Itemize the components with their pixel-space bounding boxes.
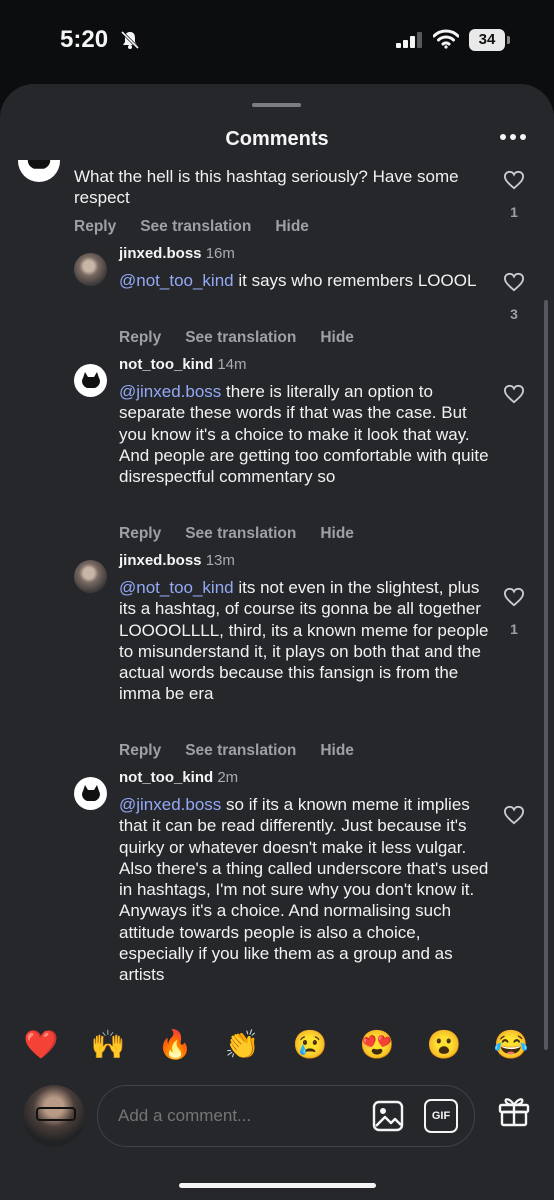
bell-slash-icon: [120, 30, 140, 50]
signal-icon: [396, 32, 422, 48]
reply-button[interactable]: Reply: [74, 218, 116, 235]
comment-time: 14m: [217, 356, 247, 373]
comment-input[interactable]: [118, 1106, 348, 1126]
emoji-clap-button[interactable]: 👏: [222, 1028, 262, 1061]
home-indicator[interactable]: [179, 1183, 376, 1188]
emoji-crying-button[interactable]: 😢: [290, 1028, 330, 1061]
comment-text: @not_too_kind its not even in the slight…: [119, 578, 489, 704]
comment-text: What the hell is this hashtag seriously?…: [74, 167, 459, 208]
comment-actions: Reply See translation Hide: [119, 525, 378, 543]
hide-button[interactable]: Hide: [320, 742, 354, 759]
avatar[interactable]: [18, 160, 60, 182]
heart-icon[interactable]: [503, 587, 525, 607]
emoji-laughing-button[interactable]: 😂: [491, 1028, 531, 1061]
mention-link[interactable]: @not_too_kind: [119, 271, 234, 290]
more-options-icon[interactable]: [500, 132, 528, 144]
comment-text: @not_too_kind it says who remembers LOOO…: [119, 271, 477, 290]
image-icon[interactable]: [372, 1100, 404, 1132]
gift-icon[interactable]: [497, 1093, 531, 1127]
avatar-glasses: [36, 1107, 76, 1121]
mention-link[interactable]: @jinxed.boss: [119, 382, 221, 401]
see-translation-button[interactable]: See translation: [185, 329, 296, 346]
emoji-surprised-button[interactable]: 😮: [424, 1028, 464, 1061]
mention-link[interactable]: @not_too_kind: [119, 578, 234, 597]
comment-actions: Reply See translation Hide: [74, 218, 333, 236]
comment-header: jinxed.boss 13m: [119, 552, 235, 569]
comment-time: 13m: [205, 552, 235, 569]
emoji-fire-button[interactable]: 🔥: [155, 1028, 195, 1061]
comment-header: not_too_kind 14m: [119, 356, 247, 373]
like-count: 1: [510, 621, 518, 637]
hide-button[interactable]: Hide: [320, 329, 354, 346]
sheet-grabber[interactable]: [252, 103, 301, 107]
mention-link[interactable]: @jinxed.boss: [119, 795, 221, 814]
gif-button[interactable]: GIF: [424, 1099, 458, 1133]
like-count: 1: [510, 204, 518, 220]
hide-button[interactable]: Hide: [320, 525, 354, 542]
comment-text: @jinxed.boss there is literally an optio…: [119, 382, 489, 487]
see-translation-button[interactable]: See translation: [185, 525, 296, 542]
emoji-raised-hands-button[interactable]: 🙌: [88, 1028, 128, 1061]
like-count: 3: [510, 306, 518, 322]
comment-header: not_too_kind 2m: [119, 769, 238, 786]
heart-icon[interactable]: [503, 384, 525, 404]
avatar[interactable]: [74, 560, 107, 593]
comment-box[interactable]: GIF: [97, 1085, 475, 1147]
heart-icon[interactable]: [503, 170, 525, 190]
comment-actions: Reply See translation Hide: [119, 742, 378, 760]
emoji-heart-eyes-button[interactable]: 😍: [357, 1028, 397, 1061]
username[interactable]: not_too_kind: [119, 356, 213, 373]
hide-button[interactable]: Hide: [275, 218, 309, 235]
wifi-icon: [433, 29, 459, 49]
avatar[interactable]: [74, 253, 107, 286]
avatar[interactable]: [74, 364, 107, 397]
username[interactable]: jinxed.boss: [119, 245, 202, 262]
reply-button[interactable]: Reply: [119, 742, 161, 759]
quick-emoji-row: ❤️ 🙌 🔥 👏 😢 😍 😮 😂: [0, 1028, 554, 1068]
username[interactable]: not_too_kind: [119, 769, 213, 786]
comment-header: jinxed.boss 16m: [119, 245, 235, 262]
comment-composer: GIF: [0, 1076, 554, 1152]
comment-time: 2m: [217, 769, 239, 786]
comments-list[interactable]: What the hell is this hashtag seriously?…: [0, 160, 554, 1016]
cat-avatar-icon: [82, 785, 100, 801]
cat-avatar-icon: [82, 372, 100, 388]
avatar[interactable]: [74, 777, 107, 810]
status-time: 5:20: [60, 26, 109, 53]
reply-button[interactable]: Reply: [119, 525, 161, 542]
heart-icon[interactable]: [503, 272, 525, 292]
comments-sheet: Comments What the hell is this hashtag s…: [0, 84, 554, 1200]
emoji-heart-button[interactable]: ❤️: [21, 1028, 61, 1061]
status-bar: 5:20 34: [0, 0, 554, 82]
comment-time: 16m: [205, 245, 235, 262]
scrollbar[interactable]: [544, 300, 548, 1050]
comment-text: @jinxed.boss so if its a known meme it i…: [119, 795, 489, 985]
battery-nub: [507, 36, 510, 44]
heart-icon[interactable]: [503, 805, 525, 825]
comment-actions: Reply See translation Hide: [119, 329, 378, 347]
reply-button[interactable]: Reply: [119, 329, 161, 346]
see-translation-button[interactable]: See translation: [185, 742, 296, 759]
battery-indicator: 34: [469, 29, 505, 51]
see-translation-button[interactable]: See translation: [140, 218, 251, 235]
sheet-title: Comments: [225, 128, 329, 150]
cat-avatar-icon: [27, 160, 51, 169]
username[interactable]: jinxed.boss: [119, 552, 202, 569]
